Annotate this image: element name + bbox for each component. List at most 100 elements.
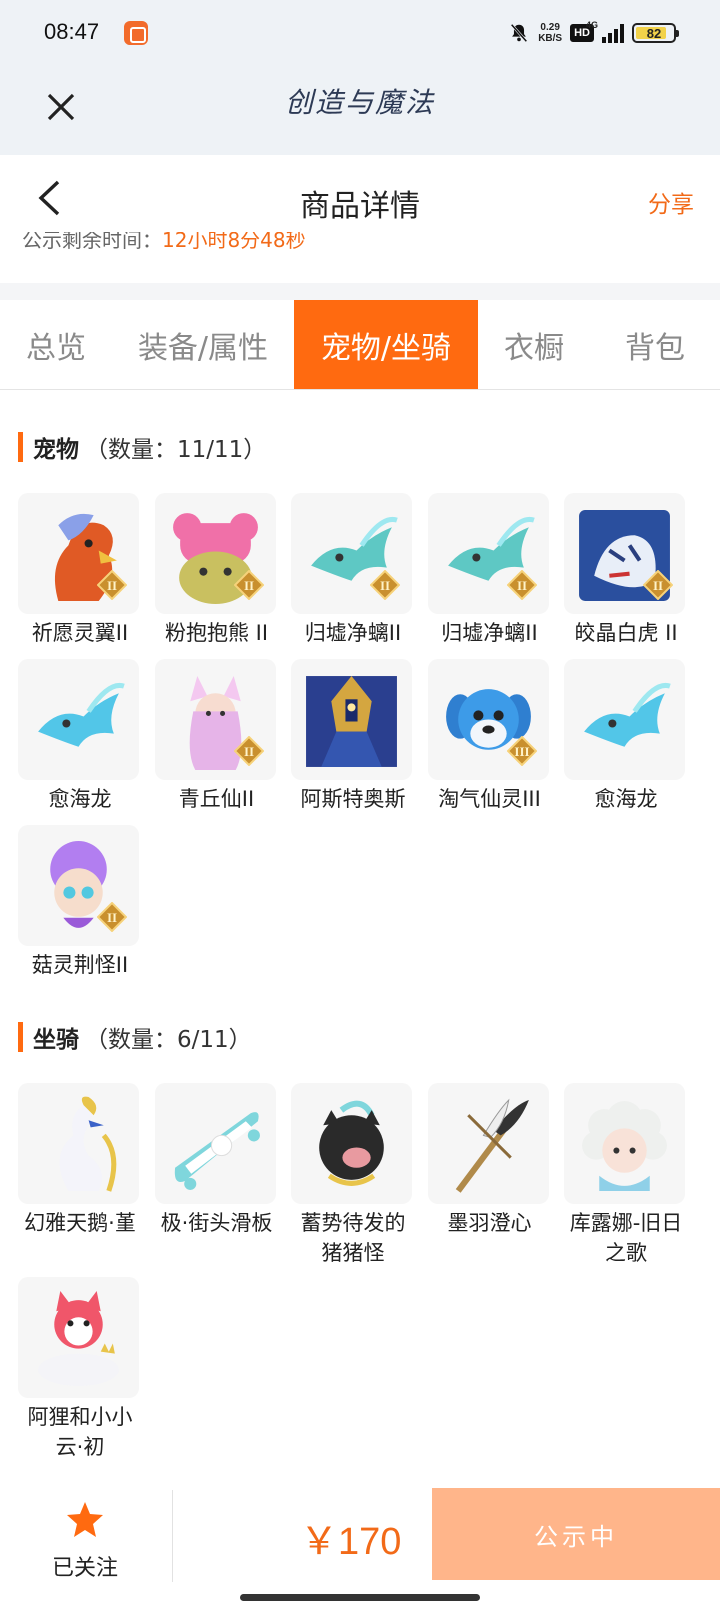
publicity-status-button[interactable]: 公示中 [432, 1488, 720, 1580]
item-thumbnail [291, 1083, 412, 1204]
tab-backpack[interactable]: 背包 [590, 300, 720, 389]
grid-item[interactable]: 蓄势待发的猪猪怪 [291, 1083, 415, 1268]
item-name: 青丘仙II [178, 787, 255, 811]
cloud-girl-mount-icon [582, 1101, 667, 1191]
bottom-divider [172, 1490, 173, 1582]
section-accent [18, 1022, 23, 1052]
follow-label: 已关注 [51, 1556, 118, 1581]
item-name: 归墟净螭II [304, 621, 402, 645]
tier-badge-icon: II [643, 570, 673, 600]
item-name: 祈愿灵翼II [31, 621, 129, 645]
page-title: 商品详情 [300, 189, 420, 224]
grid-item[interactable]: II 祈愿灵翼II [18, 493, 142, 648]
svg-text:II: II [107, 578, 117, 593]
sea-dragon-pet-icon [38, 682, 125, 747]
star-icon [67, 1502, 103, 1537]
item-name: 库露娜-旧日之歌 [569, 1211, 683, 1265]
grid-item[interactable]: II 皎晶白虎 II [564, 493, 688, 648]
feather-staff-mount-icon [455, 1098, 529, 1193]
svg-text:II: II [380, 578, 390, 593]
pets-title: 宠物 [33, 437, 79, 463]
item-thumbnail [427, 1083, 549, 1204]
publicity-time-value: 12小时8分48秒 [162, 232, 306, 252]
grid-item[interactable]: II 归墟净螭II [427, 493, 552, 648]
app-notification-icon [124, 21, 148, 45]
section-accent [18, 432, 23, 462]
item-thumbnail [564, 1083, 685, 1204]
sea-dragon-pet-icon [584, 682, 671, 747]
net-speed-value: 0.29 [540, 22, 560, 33]
item-thumbnail: II [564, 493, 685, 614]
svg-text:II: II [243, 744, 253, 759]
item-name: 幻雅天鹅·堇 [24, 1211, 136, 1235]
tier-badge-icon: II [233, 736, 264, 766]
swan-mount-icon [59, 1096, 117, 1192]
skateboard-mount-icon [174, 1112, 260, 1190]
status-bar: 08:47 0.29 KB/S HD 4G 82 [0, 0, 720, 64]
tier-badge-icon: II [97, 902, 127, 932]
item-name: 阿斯特奥斯 [300, 787, 406, 811]
battery-icon: 82 [632, 23, 679, 43]
tier-badge-icon: III [506, 736, 537, 766]
tab-bar: 总览 装备/属性 宠物/坐骑 衣橱 背包 [0, 300, 720, 390]
item-name: 菇灵荆怪II [31, 953, 129, 977]
grid-item[interactable]: II 青丘仙II [154, 659, 279, 814]
item-thumbnail: II [18, 493, 139, 614]
grid-item[interactable]: 极·街头滑板 [154, 1083, 279, 1238]
silent-bell-icon [508, 22, 530, 44]
grid-item[interactable]: II 粉抱抱熊 II [154, 493, 279, 648]
svg-text:II: II [243, 578, 253, 593]
mounts-title: 坐骑 [33, 1027, 79, 1053]
network-type: 4G [586, 20, 599, 30]
status-indicators: 0.29 KB/S HD 4G 82 [508, 18, 679, 48]
grid-item[interactable]: 墨羽澄心 [427, 1083, 552, 1238]
tier-badge-icon: II [97, 570, 127, 600]
svg-text:II: II [107, 910, 117, 925]
net-speed-unit: KB/S [538, 33, 563, 44]
game-header: 创造与魔法 [0, 64, 720, 155]
item-name: 愈海龙 [594, 787, 658, 811]
section-gap [0, 283, 720, 300]
grid-item[interactable]: 幻雅天鹅·堇 [18, 1083, 142, 1238]
top-zone: 08:47 0.29 KB/S HD 4G 82 创造与魔法 [0, 0, 720, 155]
bottom-bar: 已关注 ￥170 公示中 [0, 1488, 720, 1592]
item-name: 皎晶白虎 II [574, 621, 678, 645]
grid-item[interactable]: 阿斯特奥斯 [291, 659, 415, 814]
item-name: 淘气仙灵III [438, 787, 541, 811]
grid-item[interactable]: II 菇灵荆怪II [18, 825, 142, 980]
mounts-section-title: 坐骑 （数量：6/11） [18, 1020, 252, 1054]
item-thumbnail [18, 659, 139, 780]
grid-item[interactable]: 愈海龙 [564, 659, 688, 814]
status-time: 08:47 [44, 19, 100, 44]
item-name: 归墟净螭II [441, 621, 538, 645]
grid-item[interactable]: II 归墟净螭II [291, 493, 415, 648]
signal-icon: 4G [586, 20, 624, 43]
item-thumbnail: III [427, 659, 549, 780]
grid-item[interactable]: III 淘气仙灵III [427, 659, 552, 814]
item-thumbnail [564, 659, 685, 780]
home-indicator[interactable] [240, 1594, 480, 1601]
item-thumbnail: II [154, 659, 276, 780]
svg-text:II: II [516, 578, 526, 593]
grid-item[interactable]: 愈海龙 [18, 659, 142, 814]
tab-wardrobe[interactable]: 衣橱 [478, 300, 590, 389]
pets-section-title: 宠物 （数量：11/11） [18, 430, 266, 464]
item-name: 极·街头滑板 [160, 1211, 273, 1235]
tab-overview[interactable]: 总览 [0, 300, 112, 389]
game-title: 创造与魔法 [284, 86, 435, 119]
item-thumbnail: II [154, 493, 276, 614]
tab-equipment[interactable]: 装备/属性 [112, 300, 294, 389]
grid-item[interactable]: 库露娜-旧日之歌 [564, 1083, 688, 1268]
pig-mount-icon [319, 1100, 384, 1186]
share-button[interactable]: 分享 [648, 185, 694, 219]
tab-pets-mounts[interactable]: 宠物/坐骑 [294, 300, 478, 389]
follow-button[interactable]: 已关注 [40, 1500, 130, 1582]
item-thumbnail [18, 1083, 139, 1204]
item-name: 愈海龙 [48, 787, 112, 811]
fox-cloud-mount-icon [38, 1291, 119, 1386]
item-name: 粉抱抱熊 II [164, 621, 269, 645]
item-thumbnail [291, 659, 412, 780]
grid-item[interactable]: 阿狸和小小云·初 [18, 1277, 142, 1462]
pets-count: （数量：11/11） [85, 437, 267, 463]
item-name: 阿狸和小小云·初 [27, 1405, 133, 1459]
